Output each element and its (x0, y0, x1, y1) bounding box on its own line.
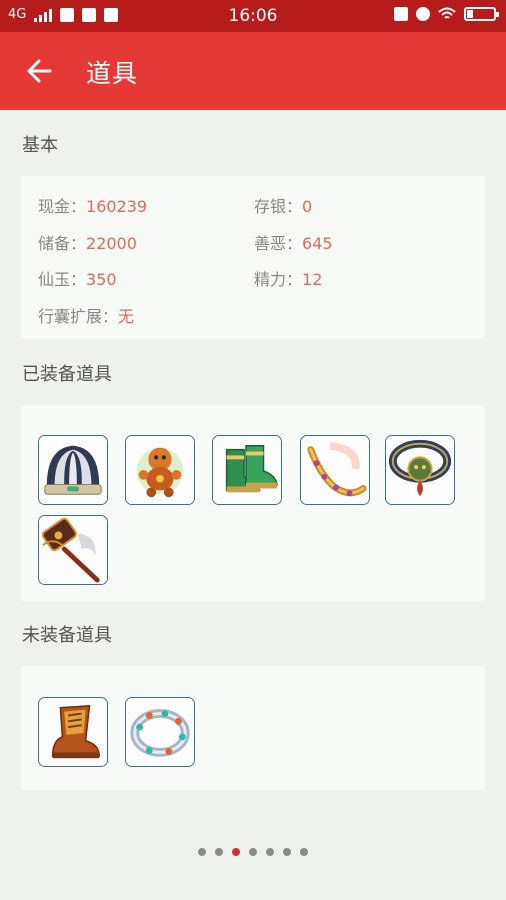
unequipped-items-card (21, 666, 485, 790)
equipped-item-helmet[interactable] (38, 435, 108, 505)
page-dot-1[interactable] (198, 848, 206, 856)
reserve-field: 储备：22000 (38, 230, 137, 254)
pet-doll-icon (126, 436, 194, 504)
boots-icon (213, 436, 281, 504)
status-right (394, 7, 499, 21)
cash-label: 现金： (38, 197, 87, 216)
jade-value: 350 (86, 270, 117, 289)
savings-value: 0 (302, 197, 313, 216)
page-dot-6[interactable] (283, 848, 291, 856)
karma-label: 善恶： (254, 234, 303, 253)
equipped-items-card (21, 405, 485, 601)
basic-section-title: 基本 (22, 135, 58, 156)
page-dot-2[interactable] (215, 848, 223, 856)
unequipped-section-title: 未装备道具 (22, 625, 112, 646)
wifi-icon (438, 7, 456, 19)
armor-boots-icon (39, 698, 107, 766)
basic-info-card: 现金：160239 存银：0 储备：22000 善恶：645 仙玉：350 精力… (21, 176, 485, 339)
page-title: 道具 (86, 59, 139, 88)
equipped-item-hammer[interactable] (38, 515, 108, 585)
necklace-icon (386, 436, 454, 504)
energy-field: 精力：12 (254, 266, 322, 290)
page-indicator (0, 848, 506, 856)
cash-field: 现金：160239 (38, 193, 147, 217)
alarm-icon (416, 7, 430, 21)
karma-field: 善恶：645 (254, 230, 333, 254)
reserve-label: 储备： (38, 234, 87, 253)
karma-value: 645 (302, 234, 333, 253)
reserve-value: 22000 (86, 234, 137, 253)
bag-expansion-value: 无 (118, 307, 135, 326)
page-dot-3[interactable] (232, 848, 240, 856)
page-dot-7[interactable] (300, 848, 308, 856)
equipped-item-boots[interactable] (212, 435, 282, 505)
hammer-icon (39, 516, 107, 584)
bracelet-icon (126, 698, 194, 766)
jade-field: 仙玉：350 (38, 266, 117, 290)
unequipped-item-bracelet[interactable] (125, 697, 195, 767)
cash-value: 160239 (86, 197, 148, 216)
savings-field: 存银：0 (254, 193, 312, 217)
helmet-icon (39, 436, 107, 504)
jade-label: 仙玉： (38, 270, 87, 289)
energy-label: 精力： (254, 270, 303, 289)
equipped-section-title: 已装备道具 (22, 364, 112, 385)
equipped-item-necklace[interactable] (385, 435, 455, 505)
bag-expansion-label: 行囊扩展： (38, 307, 119, 326)
back-button[interactable] (22, 54, 56, 88)
page-dot-5[interactable] (266, 848, 274, 856)
arrow-left-icon (27, 59, 52, 83)
energy-value: 12 (302, 270, 323, 289)
battery-saver-icon (394, 7, 408, 21)
equipped-item-pet-doll[interactable] (125, 435, 195, 505)
belt-icon (301, 436, 369, 504)
status-bar: 4G 16:06 (0, 0, 506, 32)
equipped-item-belt[interactable] (300, 435, 370, 505)
battery-icon (464, 7, 499, 21)
bag-expansion-field: 行囊扩展：无 (38, 303, 134, 327)
page-dot-4[interactable] (249, 848, 257, 856)
savings-label: 存银： (254, 197, 303, 216)
app-bar: 道具 (0, 32, 506, 110)
unequipped-item-armor-boots[interactable] (38, 697, 108, 767)
